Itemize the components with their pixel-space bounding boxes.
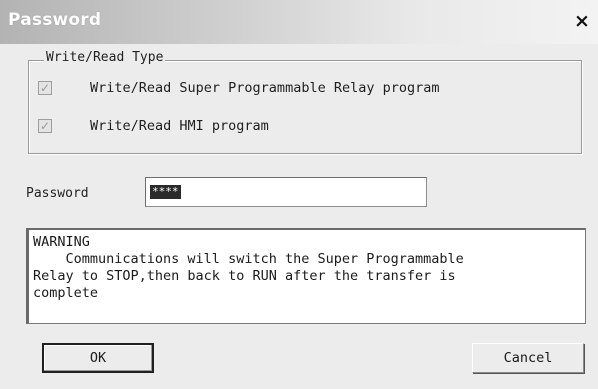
warning-message-box: WARNING Communications will switch the S…: [26, 228, 586, 324]
password-value: ****: [150, 185, 181, 199]
checkbox-relay-program[interactable]: ✓: [38, 81, 52, 95]
password-dialog: Password × Write/Read Type ✓ Write/Read …: [0, 0, 598, 389]
checkbox-relay-program-label: Write/Read Super Programmable Relay prog…: [90, 80, 440, 96]
checkbox-hmi-program-label: Write/Read HMI program: [90, 118, 269, 134]
password-label: Password: [26, 186, 89, 201]
title-bar: Password ×: [0, 0, 598, 44]
write-read-type-group: [28, 60, 582, 154]
close-icon[interactable]: ×: [572, 10, 592, 32]
cancel-button[interactable]: Cancel: [472, 343, 584, 373]
dialog-title: Password: [8, 10, 102, 30]
ok-button[interactable]: OK: [42, 343, 154, 373]
write-read-type-legend: Write/Read Type: [44, 50, 166, 65]
password-input[interactable]: ****: [145, 177, 427, 207]
checkbox-hmi-program[interactable]: ✓: [38, 119, 52, 133]
